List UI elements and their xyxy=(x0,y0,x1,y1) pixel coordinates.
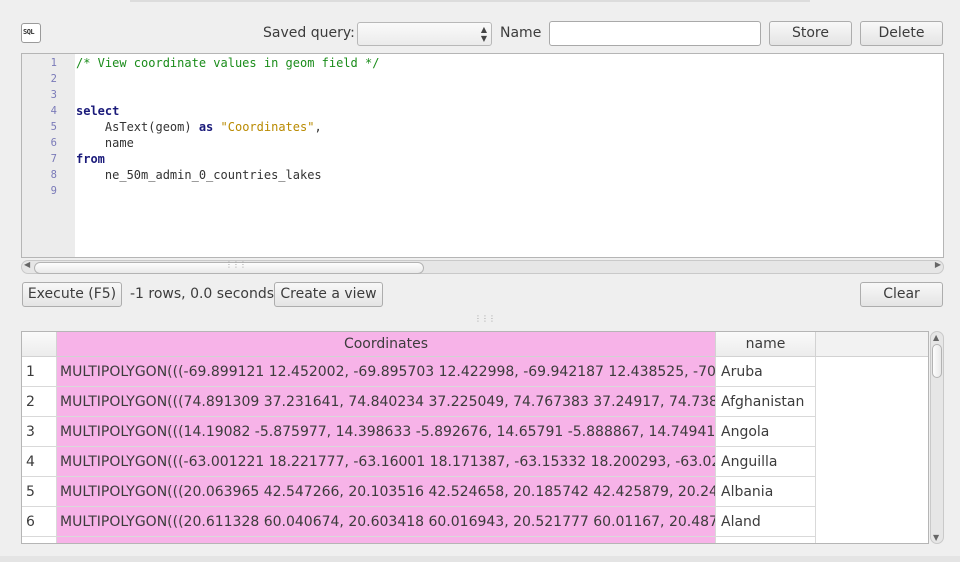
row-number-cell[interactable]: 3 xyxy=(22,417,57,447)
table-row[interactable]: 1 MULTIPOLYGON(((-69.899121 12.452002, -6… xyxy=(22,357,928,387)
table-row[interactable]: 2 MULTIPOLYGON(((74.891309 37.231641, 74.… xyxy=(22,387,928,417)
row-number-cell[interactable]: 4 xyxy=(22,447,57,477)
code-token: from xyxy=(76,152,105,166)
row-number-cell xyxy=(22,537,57,543)
status-text: -1 rows, 0.0 seconds xyxy=(130,286,275,302)
scroll-up-icon[interactable]: ▲ xyxy=(933,333,939,342)
coordinates-cell[interactable]: MULTIPOLYGON(((14.19082 -5.875977, 14.39… xyxy=(57,417,716,447)
code-line[interactable]: 5 AsText(geom) as "Coordinates", xyxy=(22,119,943,135)
coordinates-cell[interactable]: MULTIPOLYGON(((74.891309 37.231641, 74.8… xyxy=(57,387,716,417)
code-text: ne_50m_admin_0_countries_lakes xyxy=(76,167,322,183)
line-number: 8 xyxy=(50,169,57,181)
code-line[interactable]: 9 xyxy=(22,183,943,199)
code-text: AsText(geom) as "Coordinates", xyxy=(76,119,322,135)
table-row[interactable]: 3 MULTIPOLYGON(((14.19082 -5.875977, 14.3… xyxy=(22,417,928,447)
table-row[interactable]: 4 MULTIPOLYGON(((-63.001221 18.221777, -6… xyxy=(22,447,928,477)
name-cell xyxy=(716,537,816,543)
line-number: 4 xyxy=(50,105,57,117)
code-text: name xyxy=(76,135,134,151)
execute-button[interactable]: Execute (F5) xyxy=(22,282,122,307)
coordinates-cell xyxy=(57,537,716,543)
line-number: 7 xyxy=(50,153,57,165)
bottom-border xyxy=(0,556,960,562)
code-token: , xyxy=(314,120,322,134)
row-number-cell[interactable]: 5 xyxy=(22,477,57,507)
spinner-arrows-icon: ▲ ▼ xyxy=(480,25,487,43)
line-number: 5 xyxy=(50,121,57,133)
code-token: /* View coordinate values in geom field … xyxy=(76,56,380,70)
line-number: 2 xyxy=(50,73,57,85)
name-cell[interactable]: Afghanistan xyxy=(716,387,816,417)
column-header-coordinates[interactable]: Coordinates xyxy=(57,332,716,357)
code-text: /* View coordinate values in geom field … xyxy=(76,55,379,71)
saved-query-dropdown[interactable]: ▲ ▼ xyxy=(357,22,492,46)
splitter-handle[interactable]: ⋮⋮⋮ xyxy=(474,314,496,323)
scroll-right-icon[interactable]: ▶ xyxy=(935,260,941,269)
code-token: "Coordinates" xyxy=(220,120,315,134)
table-row-partial xyxy=(22,537,928,543)
scrollbar-thumb[interactable] xyxy=(932,344,942,378)
code-token: select xyxy=(76,104,120,118)
row-number-header[interactable] xyxy=(22,332,57,357)
store-button[interactable]: Store xyxy=(769,21,852,46)
sql-file-icon[interactable]: SQL xyxy=(21,23,41,43)
row-number-cell[interactable]: 2 xyxy=(22,387,57,417)
name-label: Name xyxy=(500,25,542,41)
code-line[interactable]: 4 select xyxy=(22,103,943,119)
line-number: 6 xyxy=(50,137,57,149)
name-input[interactable] xyxy=(549,21,761,46)
code-text: select xyxy=(76,103,119,119)
name-cell[interactable]: Aland xyxy=(716,507,816,537)
code-line[interactable]: 6 name xyxy=(22,135,943,151)
code-line[interactable]: 7 from xyxy=(22,151,943,167)
coordinates-cell[interactable]: MULTIPOLYGON(((20.611328 60.040674, 20.6… xyxy=(57,507,716,537)
code-token: name xyxy=(76,136,134,150)
line-number: 3 xyxy=(50,89,57,101)
coordinates-cell[interactable]: MULTIPOLYGON(((-63.001221 18.221777, -63… xyxy=(57,447,716,477)
name-cell[interactable]: Anguilla xyxy=(716,447,816,477)
execute-button-label: Execute (F5) xyxy=(27,286,117,302)
column-header-name[interactable]: name xyxy=(716,332,816,357)
top-border xyxy=(130,0,810,2)
editor-lines: 1 /* View coordinate values in geom field… xyxy=(22,55,943,199)
code-line[interactable]: 8 ne_50m_admin_0_countries_lakes xyxy=(22,167,943,183)
results-vertical-scrollbar[interactable]: ▲ ▼ xyxy=(930,331,944,544)
line-number: 1 xyxy=(50,57,57,69)
scroll-left-icon[interactable]: ◀ xyxy=(24,260,30,269)
coordinates-cell[interactable]: MULTIPOLYGON(((20.063965 42.547266, 20.1… xyxy=(57,477,716,507)
create-view-button[interactable]: Create a view xyxy=(274,282,383,307)
delete-button[interactable]: Delete xyxy=(860,21,943,46)
editor-horizontal-scrollbar[interactable]: ◀ ⋮⋮⋮ ▶ xyxy=(21,260,944,274)
code-text: from xyxy=(76,151,105,167)
table-row[interactable]: 6 MULTIPOLYGON(((20.611328 60.040674, 20.… xyxy=(22,507,928,537)
row-number-cell[interactable]: 6 xyxy=(22,507,57,537)
scroll-down-icon[interactable]: ▼ xyxy=(933,533,939,542)
code-line[interactable]: 3 xyxy=(22,87,943,103)
sql-editor[interactable]: 1 /* View coordinate values in geom field… xyxy=(21,53,944,258)
clear-button[interactable]: Clear xyxy=(860,282,943,307)
name-cell[interactable]: Angola xyxy=(716,417,816,447)
code-line[interactable]: 2 xyxy=(22,71,943,87)
code-token: AsText(geom) xyxy=(76,120,199,134)
code-token: ne_50m_admin_0_countries_lakes xyxy=(76,168,322,182)
name-cell[interactable]: Albania xyxy=(716,477,816,507)
results-table[interactable]: Coordinates name 1 MULTIPOLYGON(((-69.899… xyxy=(21,331,929,544)
name-cell[interactable]: Aruba xyxy=(716,357,816,387)
scrollbar-thumb[interactable]: ⋮⋮⋮ xyxy=(34,260,424,274)
table-row[interactable]: 5 MULTIPOLYGON(((20.063965 42.547266, 20.… xyxy=(22,477,928,507)
saved-query-label: Saved query: xyxy=(263,25,355,41)
code-token: as xyxy=(198,120,214,134)
code-line[interactable]: 1 /* View coordinate values in geom field… xyxy=(22,55,943,71)
line-number: 9 xyxy=(50,185,57,197)
coordinates-cell[interactable]: MULTIPOLYGON(((-69.899121 12.452002, -69… xyxy=(57,357,716,387)
header-filler xyxy=(816,332,928,357)
row-number-cell[interactable]: 1 xyxy=(22,357,57,387)
